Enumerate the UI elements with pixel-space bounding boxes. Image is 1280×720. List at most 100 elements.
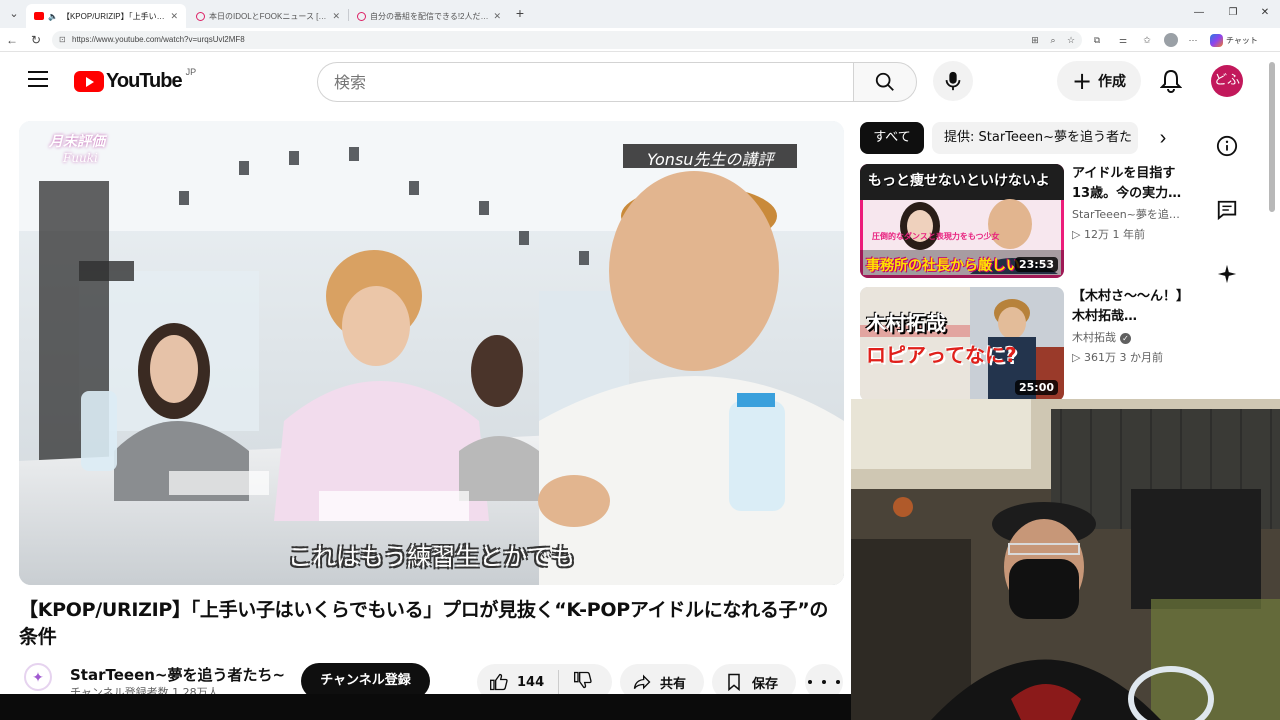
video-caption-label: Yonsu先生の講評: [623, 144, 798, 169]
save-label: 保存: [752, 676, 779, 692]
recommendation-thumbnail[interactable]: もっと痩せないといけないよ 圧倒的なダンスと表現力をもつ少女 事務所の社長から厳…: [860, 164, 1064, 278]
page-favicon-icon: [357, 11, 366, 21]
tab-title: 本日のIDOLとFOOKニュース [ほどね]: [209, 11, 328, 21]
share-label: 共有: [660, 676, 687, 692]
sparkle-icon: [1217, 264, 1237, 284]
chip-channel[interactable]: 提供: StarTeeen~夢を追う者た: [932, 122, 1138, 154]
like-button[interactable]: 144: [489, 672, 544, 692]
chevron-right-icon[interactable]: ›: [1150, 126, 1176, 150]
video-player[interactable]: 月末評価 Fuuki Yonsu先生の講評 これはもう練習生とかでも: [19, 121, 844, 585]
new-tab-icon[interactable]: +: [512, 5, 528, 21]
browser-tab-bar: ⌄ 🔈 【KPOP/URIZIP】「上手い子はい ✕ 本日のIDOLとFOOKニ…: [0, 0, 1280, 28]
favorites-icon[interactable]: ✩: [1140, 33, 1154, 47]
search-icon: [875, 72, 894, 91]
thumbnail-subline: 事務所の社長から厳しい: [866, 258, 1020, 274]
hamburger-icon[interactable]: [28, 71, 48, 87]
tab-list-menu-icon[interactable]: ⌄: [6, 6, 22, 22]
app-available-icon[interactable]: ⊞: [1028, 33, 1042, 47]
close-tab-icon[interactable]: ✕: [332, 11, 340, 22]
share-icon: [633, 674, 651, 690]
tab-title: 【KPOP/URIZIP】「上手い子はい: [61, 11, 166, 21]
view-count: 12万: [1083, 228, 1109, 241]
profile-avatar[interactable]: [1164, 33, 1178, 47]
search-button[interactable]: [853, 62, 917, 102]
channel-avatar[interactable]: ✦: [24, 663, 52, 691]
youtube-logo[interactable]: YouTube JP: [74, 66, 197, 93]
reload-icon[interactable]: ↻: [28, 32, 44, 48]
favorite-star-icon[interactable]: ☆: [1064, 33, 1078, 47]
split-screen-icon[interactable]: ⚌: [1116, 33, 1130, 47]
country-code: JP: [185, 66, 197, 77]
close-tab-icon[interactable]: ✕: [493, 11, 501, 22]
thumbnail-caption: 圧倒的なダンスと表現力をもつ少女: [872, 232, 1000, 241]
close-tab-icon[interactable]: ✕: [170, 11, 178, 22]
browser-tab[interactable]: 自分の番組を配信できる!2人だけで! ✕: [349, 4, 509, 28]
like-count: 144: [517, 674, 545, 690]
copilot-icon: [1210, 33, 1223, 47]
create-button[interactable]: + 作成: [1057, 61, 1141, 101]
play-icon: ▷: [1072, 228, 1081, 241]
page-favicon-icon: [196, 11, 205, 21]
video-frame: [19, 121, 844, 585]
dislike-button[interactable]: [573, 670, 593, 694]
youtube-masthead: YouTube JP + 作成 どふ: [0, 53, 1280, 111]
user-avatar[interactable]: どふ: [1211, 65, 1243, 97]
bookmark-icon: [728, 673, 740, 692]
logo-wordmark: YouTube: [106, 70, 183, 92]
chip-all[interactable]: すべて: [860, 122, 924, 154]
verified-icon: ✓: [1120, 332, 1131, 344]
video-title: 【KPOP/URIZIP】「上手い子はいくらでもいる」プロが見抜く“K-POPア…: [19, 599, 829, 648]
copilot-label: チャット: [1226, 35, 1258, 45]
upload-age: 3 か月前: [1119, 351, 1163, 364]
chat-button[interactable]: [1213, 196, 1241, 224]
url-text: https://www.youtube.com/watch?v=urqsUvl2…: [72, 35, 245, 44]
back-icon[interactable]: ←: [4, 32, 20, 48]
maximize-icon[interactable]: ❐: [1222, 4, 1244, 22]
page-scrollbar[interactable]: [1268, 62, 1276, 402]
play-icon: ▷: [1072, 351, 1081, 364]
video-duration: 23:53: [1014, 257, 1058, 272]
recommendation-item[interactable]: 木村拓哉 ロピアってなに? 25:00 【木村さ〜〜ん！】木村拓哉… 木村拓哉 ✓…: [860, 287, 1190, 401]
recommendation-channel[interactable]: StarTeeen~夢を追…: [1072, 206, 1190, 222]
scrollbar-thumb[interactable]: [1269, 62, 1275, 212]
plus-icon: +: [1071, 67, 1093, 95]
site-info-icon[interactable]: ⊡: [59, 31, 66, 49]
video-subtitle: これはもう練習生とかでも: [287, 543, 576, 571]
copilot-button[interactable]: チャット: [1210, 32, 1258, 48]
ai-assistant-button[interactable]: [1213, 260, 1241, 288]
channel-label: 木村拓哉: [1072, 331, 1116, 344]
thumbnail-headline: もっと痩せないといけないよ: [868, 173, 1050, 189]
recommendation-title[interactable]: アイドルを目指す13歳。今の実力…: [1072, 164, 1190, 204]
recommendation-thumbnail[interactable]: 木村拓哉 ロピアってなに? 25:00: [860, 287, 1064, 401]
recommendation-title[interactable]: 【木村さ〜〜ん！】木村拓哉…: [1072, 287, 1190, 327]
upload-age: 1 年前: [1112, 228, 1145, 241]
info-icon: [1216, 135, 1238, 157]
channel-name[interactable]: StarTeeen~夢を追う者たち~: [70, 664, 285, 685]
youtube-play-icon: [74, 71, 104, 92]
minimize-icon[interactable]: —: [1188, 4, 1210, 22]
thumbnail-headline: 木村拓哉: [866, 311, 946, 335]
watermark-line2: Fuuki: [63, 151, 98, 165]
notifications-button[interactable]: [1151, 61, 1191, 101]
channel-watermark: 月末評価 Fuuki: [49, 131, 139, 191]
close-window-icon[interactable]: ✕: [1254, 4, 1276, 22]
zoom-icon[interactable]: ⌕: [1046, 33, 1060, 47]
info-button[interactable]: [1213, 132, 1241, 160]
recommendation-item[interactable]: もっと痩せないといけないよ 圧倒的なダンスと表現力をもつ少女 事務所の社長から厳…: [860, 164, 1190, 278]
webcam-image: [851, 399, 1280, 720]
bell-icon: [1160, 69, 1182, 93]
browser-address-bar: ← ↻ ⊡ https://www.youtube.com/watch?v=ur…: [0, 28, 1280, 52]
recommendation-channel[interactable]: 木村拓哉 ✓: [1072, 329, 1190, 345]
webcam-overlay: [851, 399, 1280, 720]
more-menu-icon[interactable]: ⋯: [1186, 33, 1200, 47]
tab-title: 自分の番組を配信できる!2人だけで!: [370, 11, 490, 21]
chat-icon: [1217, 200, 1237, 221]
browser-tab-active[interactable]: 🔈 【KPOP/URIZIP】「上手い子はい ✕: [26, 4, 186, 28]
audio-icon: 🔈: [48, 11, 58, 21]
browser-tab[interactable]: 本日のIDOLとFOOKニュース [ほどね] ✕: [188, 4, 348, 28]
taskbar-strip: [0, 694, 851, 720]
search-input[interactable]: [317, 62, 854, 102]
extensions-icon[interactable]: ⧉: [1090, 33, 1104, 47]
url-field[interactable]: ⊡ https://www.youtube.com/watch?v=urqsUv…: [52, 31, 1082, 49]
voice-search-button[interactable]: [933, 61, 973, 101]
